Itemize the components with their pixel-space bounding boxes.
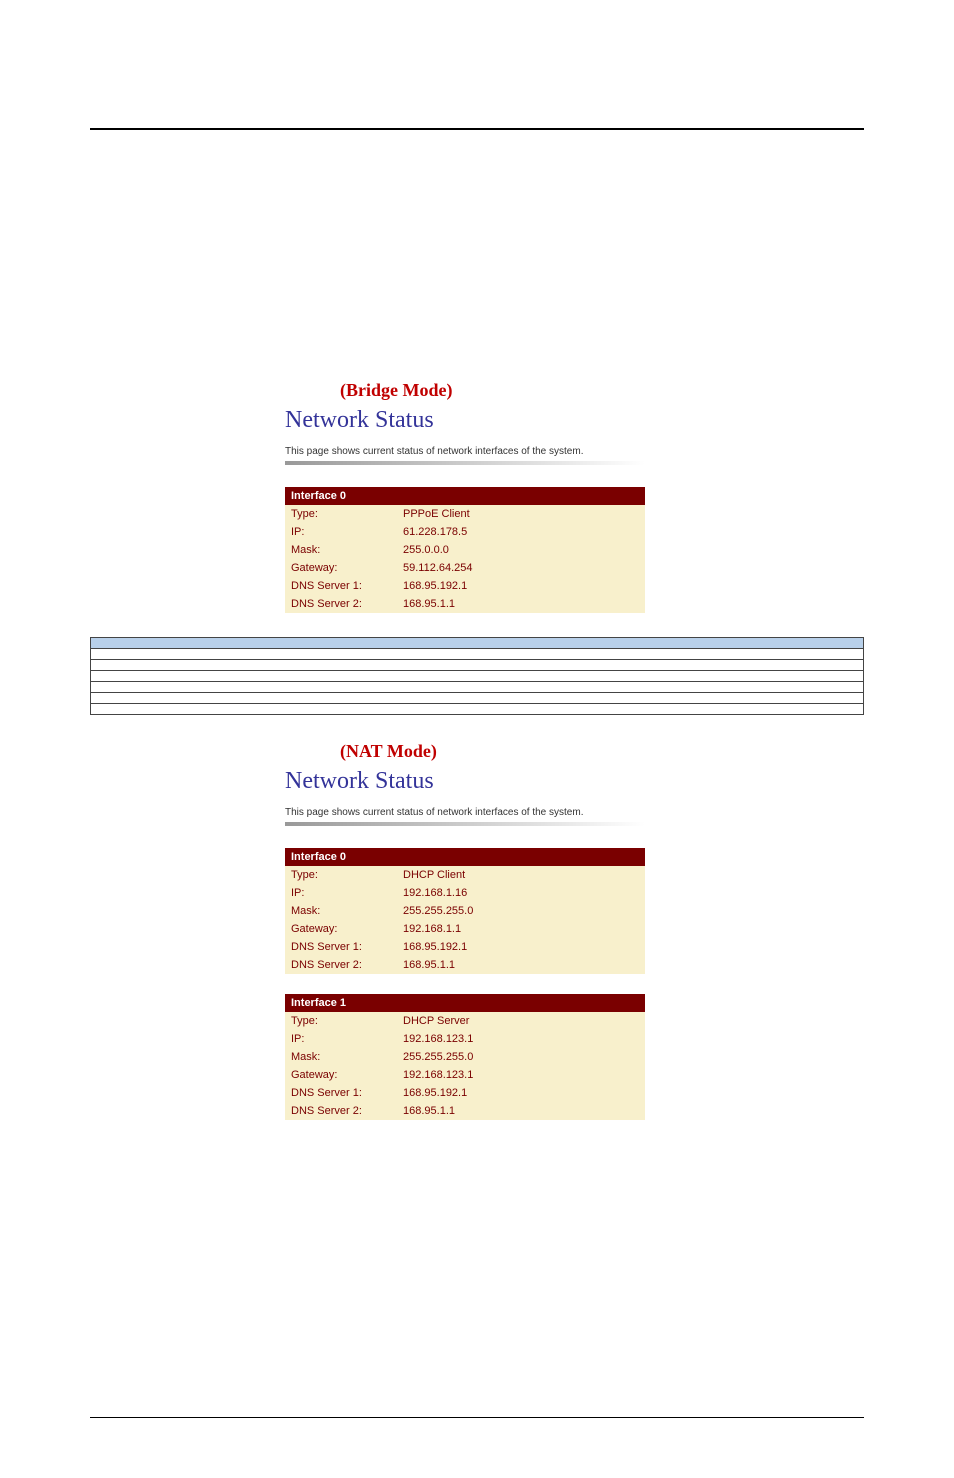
field-label: IP:: [285, 884, 397, 902]
table-row: Type:DHCP Client: [285, 866, 645, 884]
bridge-status-title: Network Status: [285, 407, 675, 434]
table-row: DNS Server 2:168.95.1.1: [285, 956, 645, 974]
table-row: Gateway:59.112.64.254: [285, 559, 645, 577]
field-label: Type:: [285, 866, 397, 884]
nat-interface-0-table: Interface 0 Type:DHCP Client IP:192.168.…: [285, 848, 645, 974]
desc-text: [257, 649, 863, 660]
field-value: 59.112.64.254: [397, 559, 645, 577]
field-label: DNS Server 2:: [285, 1102, 397, 1120]
table-row: [91, 671, 863, 682]
gradient-rule: [285, 461, 645, 465]
field-value: 168.95.192.1: [397, 938, 645, 956]
nat-status-block: Network Status This page shows current s…: [285, 768, 675, 1120]
desc-text: [257, 671, 863, 682]
desc-text: [257, 704, 863, 715]
field-value: 61.228.178.5: [397, 523, 645, 541]
field-label: Mask:: [285, 1048, 397, 1066]
field-description-table: [91, 638, 863, 714]
nat-status-title: Network Status: [285, 768, 675, 795]
table-row: [91, 649, 863, 660]
field-label: DNS Server 1:: [285, 1084, 397, 1102]
field-value: 192.168.123.1: [397, 1030, 645, 1048]
field-value: 255.255.255.0: [397, 902, 645, 920]
table-row: Gateway:192.168.123.1: [285, 1066, 645, 1084]
desc-text: [257, 682, 863, 693]
table-row: [91, 704, 863, 715]
field-value: 192.168.123.1: [397, 1066, 645, 1084]
field-label: Gateway:: [285, 559, 397, 577]
nat-mode-label: (NAT Mode): [340, 741, 864, 762]
field-label: DNS Server 1:: [285, 577, 397, 595]
table-row: [91, 693, 863, 704]
field-label: Mask:: [285, 902, 397, 920]
desc-field: [91, 649, 257, 660]
field-label: Type:: [285, 505, 397, 523]
desc-field: [91, 682, 257, 693]
field-value: DHCP Client: [397, 866, 645, 884]
field-value: 168.95.1.1: [397, 1102, 645, 1120]
header-field: [91, 638, 257, 649]
field-value: 255.0.0.0: [397, 541, 645, 559]
table-row: IP:61.228.178.5: [285, 523, 645, 541]
table-row: [91, 682, 863, 693]
gradient-rule: [285, 822, 645, 826]
field-value: PPPoE Client: [397, 505, 645, 523]
interface-header: Interface 0: [285, 487, 645, 505]
field-label: Gateway:: [285, 920, 397, 938]
desc-text: [257, 660, 863, 671]
field-label: IP:: [285, 1030, 397, 1048]
field-label: Gateway:: [285, 1066, 397, 1084]
field-value: DHCP Server: [397, 1012, 645, 1030]
table-row: DNS Server 1:168.95.192.1: [285, 577, 645, 595]
bridge-status-desc: This page shows current status of networ…: [285, 446, 675, 457]
table-row: Gateway:192.168.1.1: [285, 920, 645, 938]
table-row: DNS Server 2:168.95.1.1: [285, 595, 645, 613]
table-row: DNS Server 1:168.95.192.1: [285, 938, 645, 956]
bridge-interface-0-table: Interface 0 Type:PPPoE Client IP:61.228.…: [285, 487, 645, 613]
table-row: IP:192.168.1.16: [285, 884, 645, 902]
field-value: 255.255.255.0: [397, 1048, 645, 1066]
field-label: DNS Server 1:: [285, 938, 397, 956]
field-label: Type:: [285, 1012, 397, 1030]
header-desc: [257, 638, 863, 649]
table-row: Mask:255.255.255.0: [285, 1048, 645, 1066]
table-header-row: [91, 638, 863, 649]
bottom-rule: [90, 1417, 864, 1418]
interface-header: Interface 0: [285, 848, 645, 866]
top-rule: [90, 128, 864, 130]
field-description-outer: [90, 637, 864, 715]
table-row: Mask:255.0.0.0: [285, 541, 645, 559]
nat-interface-1-table: Interface 1 Type:DHCP Server IP:192.168.…: [285, 994, 645, 1120]
interface-header: Interface 1: [285, 994, 645, 1012]
desc-field: [91, 660, 257, 671]
field-value: 168.95.192.1: [397, 577, 645, 595]
field-value: 192.168.1.1: [397, 920, 645, 938]
bridge-mode-label: (Bridge Mode): [340, 380, 864, 401]
field-label: IP:: [285, 523, 397, 541]
table-row: [91, 660, 863, 671]
field-label: DNS Server 2:: [285, 595, 397, 613]
field-value: 168.95.1.1: [397, 956, 645, 974]
table-row: Mask:255.255.255.0: [285, 902, 645, 920]
field-value: 168.95.1.1: [397, 595, 645, 613]
field-value: 192.168.1.16: [397, 884, 645, 902]
table-row: Type:PPPoE Client: [285, 505, 645, 523]
table-row: Type:DHCP Server: [285, 1012, 645, 1030]
nat-status-desc: This page shows current status of networ…: [285, 807, 675, 818]
table-row: DNS Server 1:168.95.192.1: [285, 1084, 645, 1102]
desc-field: [91, 671, 257, 682]
document-page: (Bridge Mode) Network Status This page s…: [0, 128, 954, 1478]
bridge-status-block: Network Status This page shows current s…: [285, 407, 675, 613]
field-label: DNS Server 2:: [285, 956, 397, 974]
desc-field: [91, 693, 257, 704]
table-row: IP:192.168.123.1: [285, 1030, 645, 1048]
field-value: 168.95.192.1: [397, 1084, 645, 1102]
table-row: DNS Server 2:168.95.1.1: [285, 1102, 645, 1120]
field-label: Mask:: [285, 541, 397, 559]
desc-field: [91, 704, 257, 715]
desc-text: [257, 693, 863, 704]
